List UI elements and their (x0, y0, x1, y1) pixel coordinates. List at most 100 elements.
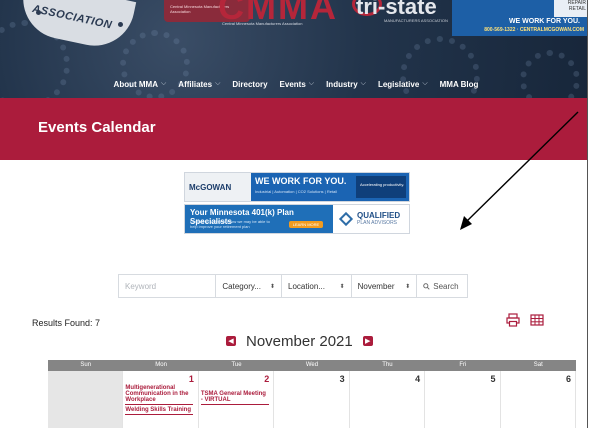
chevron-right-icon: ▶ (365, 337, 371, 345)
calendar-day[interactable]: 4 (349, 371, 426, 428)
weekday-label: Tue (231, 362, 242, 368)
mcgowan-ad-tagline: Accelerating productivity. (360, 182, 405, 187)
select-caret-icon: ⬍ (405, 283, 411, 290)
chevron-left-icon: ◀ (228, 337, 234, 345)
nav-item-directory[interactable]: Directory (232, 76, 267, 92)
chevron-down-icon: ⌵ (215, 80, 221, 87)
nav-item-label: Directory (232, 79, 268, 89)
day-number: 6 (565, 374, 571, 384)
qpa-logo-text: QUALIFIED (357, 211, 401, 220)
calendar-day[interactable]: 6 (500, 371, 576, 428)
day-number: 3 (339, 374, 345, 384)
nav-item-label: Events (279, 79, 306, 89)
results-count: Results Found: 7 (32, 318, 101, 328)
header-ad-corner-line: RETAIL (568, 6, 586, 12)
weekday-label: Sun (80, 362, 92, 368)
weekday-label: Fri (459, 362, 467, 368)
main-navigation: About MMA ⌵ Affiliates ⌵ Directory Events ⌵… (0, 76, 592, 92)
search-button-label: Search (433, 281, 459, 291)
nav-item-legislative[interactable]: Legislative ⌵ (378, 76, 428, 92)
association-logo-text: ASSOCIATION (31, 2, 114, 32)
mcgowan-ad-photo: Accelerating productivity. (356, 176, 406, 198)
page-title: Events Calendar (38, 119, 156, 136)
calendar-week-row: 1 Multigenerational Communication in the… (48, 371, 576, 428)
site-header: ASSOCIATION Central Minnesota Manufactur… (0, 0, 592, 98)
chevron-down-icon: ⌵ (360, 80, 366, 87)
nav-item-affiliates[interactable]: Affiliates ⌵ (178, 76, 220, 92)
nav-item-label: Industry (326, 79, 358, 89)
tristate-logo-subtitle: MANUFACTURERS ASSOCIATION (384, 18, 448, 23)
location-select[interactable]: Location... ⬍ (282, 275, 352, 297)
qpa-ad-subtext: Contact us to find out how we may be abl… (190, 219, 270, 229)
header-ad-headline: WE WORK FOR YOU. (508, 18, 580, 25)
mcgowan-ad[interactable]: McGOWAN WE WORK FOR YOU. Industrial | Au… (184, 172, 410, 202)
event-link[interactable]: Multigenerational Communication in the W… (125, 385, 194, 405)
header-ad-contact: 800-569-1322 · CENTRALMCGOWAN.COM (484, 27, 584, 33)
nav-item-label: Legislative (377, 79, 420, 89)
category-select[interactable]: Category... ⬍ (216, 275, 283, 297)
calendar-day[interactable]: 5 (425, 371, 501, 428)
day-number: 5 (490, 374, 496, 384)
chevron-down-icon: ⌵ (160, 80, 167, 87)
month-select-value: November (357, 281, 395, 291)
mcgowan-logo: McGOWAN (189, 183, 232, 192)
weekday-label: Wed (305, 362, 319, 368)
chevron-down-icon: ⌵ (422, 80, 428, 87)
qpa-ad-blue-panel: Your Minnesota 401(k) Plan Specialists C… (185, 205, 333, 233)
tristate-logo[interactable]: tri-state (356, 0, 448, 19)
event-link[interactable]: TSMA General Meeting - VIRTUAL (200, 391, 269, 405)
calendar-day-empty (48, 371, 124, 428)
month-navigation: ◀ November 2021 ▶ (226, 332, 373, 350)
calendar-day[interactable]: 3 (274, 371, 350, 428)
keyword-input[interactable]: Keyword (119, 275, 217, 297)
print-icon[interactable] (506, 313, 520, 327)
nav-item-industry[interactable]: Industry ⌵ (326, 76, 366, 92)
nav-item-label: About MMA (113, 79, 158, 89)
qpa-logo-subtitle: PLAN ADVISORS (357, 220, 398, 226)
select-caret-icon: ⬍ (270, 283, 276, 290)
day-number: 4 (415, 374, 421, 384)
keyword-placeholder: Keyword (125, 281, 157, 291)
select-caret-icon: ⬍ (339, 283, 345, 290)
page-title-banner: Events Calendar (0, 98, 592, 160)
day-number: 1 (188, 374, 194, 384)
calendar-day[interactable]: 2 TSMA General Meeting - VIRTUAL (198, 371, 275, 428)
weekday-label: Sat (533, 362, 543, 368)
logo-dot (36, 10, 41, 15)
nav-item-label: MMA Blog (439, 79, 479, 89)
calendar-grid-icon[interactable] (530, 313, 544, 327)
month-title: November 2021 (246, 332, 353, 350)
qpa-learn-more-label: LEARN MORE (292, 222, 320, 227)
search-icon (423, 282, 430, 290)
qpa-diamond-icon (338, 211, 354, 227)
calendar-day[interactable]: 1 Multigenerational Communication in the… (123, 371, 199, 428)
logo-dot (118, 22, 123, 27)
weekday-label: Mon (155, 362, 167, 368)
mcgowan-ad-subtext: Industrial | Automation | CO2 Solutions … (255, 189, 338, 194)
mcgowan-ad-headline: WE WORK FOR YOU. (255, 176, 347, 186)
search-button[interactable]: Search (417, 275, 467, 297)
nav-item-label: Affiliates (178, 79, 213, 89)
location-select-value: Location... (288, 281, 325, 291)
previous-month-button[interactable]: ◀ (226, 336, 236, 346)
screenshot-frame-edge (587, 0, 592, 428)
chevron-down-icon: ⌵ (308, 80, 315, 87)
event-search-bar: Keyword Category... ⬍ Location... ⬍ Novemb… (118, 274, 468, 298)
month-calendar: Sun Mon Tue Wed Thu Fri Sat 1 Multigener… (48, 360, 576, 428)
month-select[interactable]: November ⬍ (352, 275, 418, 297)
nav-item-about-mma[interactable]: About MMA ⌵ (114, 76, 167, 92)
qualified-plan-advisors-ad[interactable]: Your Minnesota 401(k) Plan Specialists C… (184, 204, 410, 234)
cmma-logo-subtitle: Central Minnesota Manufacturers Associat… (222, 21, 303, 26)
nav-item-events[interactable]: Events ⌵ (280, 76, 315, 92)
header-ad-banner[interactable]: REPAIR RETAIL WE WORK FOR YOU. 800-569-1… (452, 0, 588, 36)
mcgowan-ad-logo-area: McGOWAN (185, 173, 251, 201)
qpa-learn-more-button[interactable]: LEARN MORE (289, 221, 323, 228)
header-ad-corner: REPAIR RETAIL (554, 0, 588, 17)
day-number: 2 (264, 374, 270, 384)
nav-item-mma-blog[interactable]: MMA Blog (440, 76, 479, 92)
next-month-button[interactable]: ▶ (362, 336, 373, 346)
event-link[interactable]: Welding Skills Training (125, 407, 194, 415)
category-select-value: Category... (222, 281, 261, 291)
weekday-header: Sun Mon Tue Wed Thu Fri Sat (48, 360, 576, 371)
weekday-label: Thu (382, 362, 393, 368)
